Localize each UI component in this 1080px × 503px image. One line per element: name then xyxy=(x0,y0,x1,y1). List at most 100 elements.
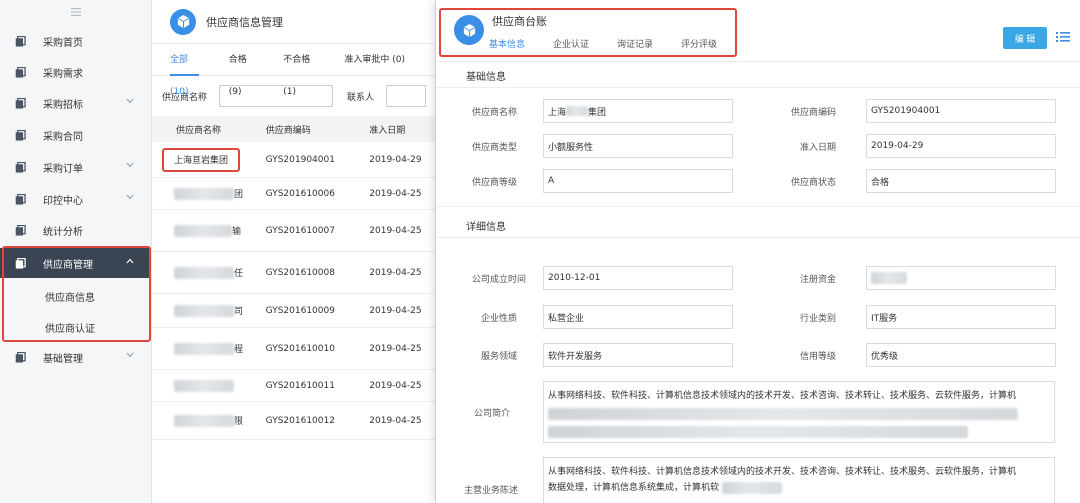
sidebar-item[interactable]: 基础管理 xyxy=(0,342,150,372)
table-row[interactable]: 任 GYS201610008 2019-04-25 xyxy=(152,252,435,294)
table-row[interactable]: 程 GYS201610010 2019-04-25 xyxy=(152,328,435,370)
supplier-name-cell: 限 xyxy=(152,414,252,428)
field-label: 供应商状态 xyxy=(790,178,836,188)
supplier-code-cell: GYS201610012 xyxy=(265,415,335,426)
section-title-detail: 详细信息 xyxy=(466,222,506,233)
tab-pending[interactable]: 准入审批中 (0) xyxy=(344,44,405,76)
supplier-grade-field[interactable]: A xyxy=(543,169,733,193)
table-row[interactable]: 限 GYS201610012 2019-04-25 xyxy=(152,402,435,440)
divider xyxy=(436,237,1080,238)
chevron-down-icon xyxy=(126,193,134,203)
table-row[interactable]: 团 GYS201610006 2019-04-25 xyxy=(152,178,435,210)
tab-inquiry-records[interactable]: 询证记录 xyxy=(617,37,653,50)
company-intro-field[interactable]: 从事网络科技、软件科技、计算机信息技术领域内的技术开发、技术咨询、技术转让、技术… xyxy=(543,381,1055,443)
supplier-code-cell: GYS201610008 xyxy=(265,267,335,278)
table-row[interactable]: 输 GYS201610007 2019-04-25 xyxy=(152,210,435,252)
admission-date-cell: 2019-04-25 xyxy=(369,188,422,199)
chevron-down-icon xyxy=(126,97,134,107)
sidebar-item[interactable]: 统计分析 xyxy=(0,215,150,245)
sidebar-item[interactable]: 采购订单 xyxy=(0,152,150,182)
supplier-status-field[interactable]: 合格 xyxy=(866,169,1056,193)
divider xyxy=(436,206,1080,207)
supplier-name-cell: 团 xyxy=(152,187,252,201)
supplier-type-field[interactable]: 小额服务性 xyxy=(543,134,733,158)
supplier-list-panel: 供应商信息管理 全部 (10) 合格 (9) 不合格 (1) 准入审批中 (0)… xyxy=(152,0,436,503)
sidebar-item-label: 供应商管理 xyxy=(43,259,93,271)
table-row[interactable]: 司 GYS201610009 2019-04-25 xyxy=(152,294,435,328)
supplier-name-suffix: 司 xyxy=(234,306,244,317)
sidebar-subitem-supplier-cert[interactable]: 供应商认证 xyxy=(0,311,150,343)
supplier-detail-panel: 供应商台账 基本信息 企业认证 询证记录 评分评级 编 辑 基础信息 供应商名称… xyxy=(436,0,1080,503)
industry-field[interactable]: IT服务 xyxy=(866,305,1056,329)
sidebar: 采购首页采购需求采购招标采购合同采购订单 印控中心统计分析供应商管理基础管理 供应… xyxy=(0,0,152,503)
main-business-field[interactable]: 从事网络科技、软件科技、计算机信息技术领域内的技术开发、技术咨询、技术转让、技术… xyxy=(543,457,1055,503)
supplier-code-field[interactable]: GYS201904001 xyxy=(866,99,1056,123)
contact-input[interactable] xyxy=(386,85,427,107)
admission-date-cell: 2019-04-25 xyxy=(369,415,422,426)
supplier-name-cell: 上海亘岩集团 xyxy=(174,156,229,166)
admission-date-field[interactable]: 2019-04-29 xyxy=(866,134,1056,158)
sidebar-item[interactable]: 供应商管理 xyxy=(0,248,150,278)
supplier-name-cell: 任 xyxy=(152,266,252,280)
field-value: 上海 xyxy=(548,107,567,118)
service-field-field[interactable]: 软件开发服务 xyxy=(543,343,733,367)
table-row[interactable]: GYS201610011 2019-04-25 xyxy=(152,370,435,402)
document-icon xyxy=(14,351,26,363)
list-menu-icon[interactable] xyxy=(1056,30,1070,44)
sidebar-item-label: 统计分析 xyxy=(43,226,83,238)
redacted-text xyxy=(174,415,234,428)
supplier-code-cell: GYS201610006 xyxy=(265,188,335,199)
credit-grade-field[interactable]: 优秀级 xyxy=(866,343,1056,367)
sidebar-subitem-supplier-info[interactable]: 供应商信息 xyxy=(0,280,150,312)
sidebar-item-label: 基础管理 xyxy=(43,353,83,365)
field-value: 从事网络科技、软件科技、计算机信息技术领域内的技术开发、技术咨询、技术转让、技术… xyxy=(548,391,1017,401)
supplier-code-cell: GYS201904001 xyxy=(265,154,335,165)
tab-basic-info[interactable]: 基本信息 xyxy=(489,37,525,50)
supplier-name-suffix: 程 xyxy=(234,344,244,355)
field-label: 公司简介 xyxy=(473,409,510,419)
sidebar-item[interactable]: 采购招标 xyxy=(0,88,150,118)
field-label: 供应商编码 xyxy=(790,108,836,118)
supplier-name-cell: 司 xyxy=(152,304,252,318)
sidebar-item[interactable]: 印控中心 xyxy=(0,184,150,214)
table-row[interactable]: 上海亘岩集团 GYS201904001 2019-04-29 xyxy=(152,142,435,178)
sidebar-subitem-label: 供应商认证 xyxy=(45,323,95,335)
sidebar-item-label: 采购合同 xyxy=(43,131,83,143)
tab-all[interactable]: 全部 (10) xyxy=(170,44,199,97)
sidebar-item[interactable]: 采购首页 xyxy=(0,26,150,56)
field-label: 服务领域 xyxy=(480,352,517,362)
founded-date-field[interactable]: 2010-12-01 xyxy=(543,266,733,290)
supplier-code-cell: GYS201610011 xyxy=(265,380,335,391)
admission-date-cell: 2019-04-25 xyxy=(369,267,422,278)
tab-unqualified[interactable]: 不合格 (1) xyxy=(283,44,314,97)
admission-date-cell: 2019-04-25 xyxy=(369,225,422,236)
registered-capital-field[interactable] xyxy=(866,266,1056,290)
supplier-name-cell xyxy=(152,379,252,392)
contact-label: 联系人 xyxy=(347,92,375,103)
field-label: 主营业务陈述 xyxy=(463,486,518,496)
field-value: 集团 xyxy=(588,107,607,118)
detail-tabs: 基本信息 企业认证 询证记录 评分评级 xyxy=(489,37,745,50)
document-icon xyxy=(14,161,26,173)
tab-rating[interactable]: 评分评级 xyxy=(681,37,717,50)
sidebar-subitem-label: 供应商信息 xyxy=(45,292,95,304)
sidebar-item[interactable]: 采购需求 xyxy=(0,57,150,87)
supplier-name-suffix: 团 xyxy=(234,189,244,200)
redacted-text xyxy=(548,425,968,438)
tab-qualified[interactable]: 合格 (9) xyxy=(229,44,254,97)
divider xyxy=(436,87,1080,88)
collapse-toggle-icon[interactable] xyxy=(0,0,151,24)
supplier-code-cell: GYS201610010 xyxy=(265,343,335,354)
edit-button[interactable]: 编 辑 xyxy=(1003,27,1047,49)
field-label: 供应商名称 xyxy=(471,108,517,118)
field-value: 从事网络科技、软件科技、计算机信息技术领域内的技术开发、技术咨询、技术转让、技术… xyxy=(548,467,1017,477)
enterprise-nature-field[interactable]: 私营企业 xyxy=(543,305,733,329)
table-header: 供应商名称 供应商编码 准入日期 xyxy=(152,116,435,142)
tab-enterprise-cert[interactable]: 企业认证 xyxy=(553,37,589,50)
sidebar-item-label: 采购需求 xyxy=(43,68,83,80)
sidebar-item[interactable]: 采购合同 xyxy=(0,120,150,150)
list-header: 供应商信息管理 xyxy=(152,0,435,44)
admission-date-cell: 2019-04-25 xyxy=(369,343,422,354)
supplier-name-field[interactable]: 上海 集团 xyxy=(543,99,733,123)
section-title-basic: 基础信息 xyxy=(466,72,506,83)
